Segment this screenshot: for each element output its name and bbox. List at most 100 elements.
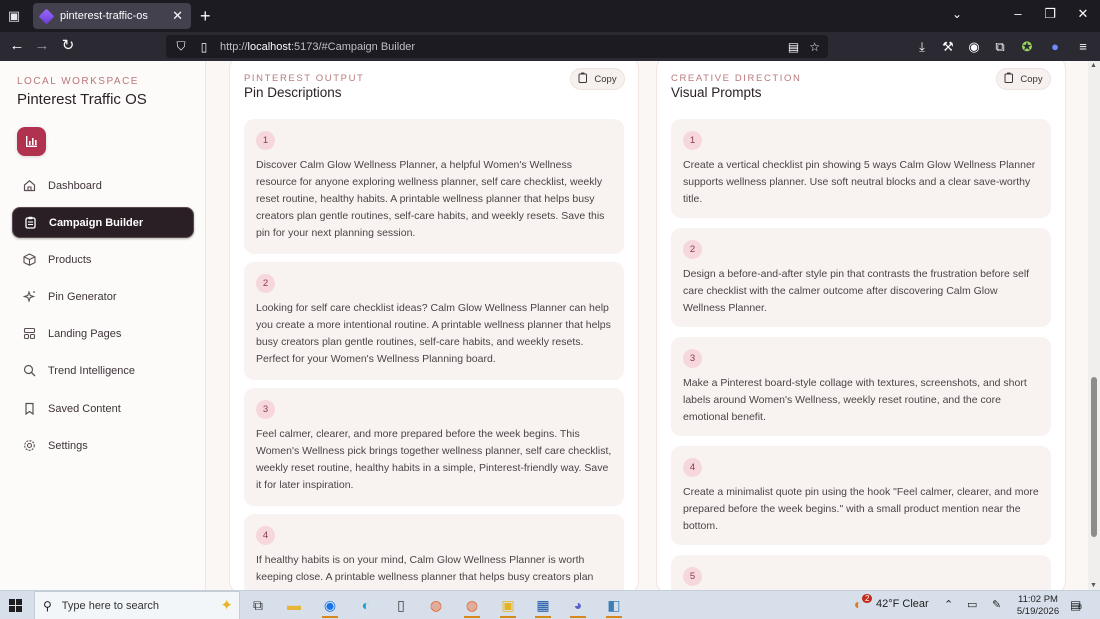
sidebar-item-label: Saved Content [48, 402, 121, 415]
edge-icon[interactable]: ◐ [355, 595, 377, 615]
clock-date: 5/19/2026 [1016, 606, 1060, 617]
url-text[interactable]: http://localhost:5173/#Campaign Builder [220, 41, 778, 53]
main-content: PINTEREST OUTPUT Pin Descriptions Copy 1… [207, 61, 1088, 590]
account-icon[interactable]: ◉ [965, 38, 983, 55]
box-icon [22, 253, 36, 267]
sidebar-item-label: Trend Intelligence [48, 364, 136, 377]
scroll-up-icon[interactable]: ▲ [1090, 62, 1097, 69]
copy-button[interactable]: Copy [996, 68, 1051, 90]
chart-logo-icon[interactable] [17, 127, 46, 156]
chevron-down-icon[interactable]: ⌄ [952, 7, 962, 21]
terminal-icon[interactable]: ◧ [603, 595, 625, 618]
taskbar-search-input[interactable]: ⚲ Type here to search ✦ [34, 591, 240, 619]
forward-icon[interactable]: → [32, 37, 52, 55]
firefox-running-icon[interactable]: ◍ [461, 595, 483, 618]
shield-icon[interactable]: ⛉ [174, 39, 188, 54]
sidebar-item-trend-intelligence[interactable]: Trend Intelligence [12, 355, 194, 386]
clipboard-icon [23, 216, 37, 230]
item-text: Feel calmer, clearer, and more prepared … [256, 428, 612, 491]
layout-icon [22, 327, 36, 341]
sidebar-item-dashboard[interactable]: Dashboard [12, 170, 194, 201]
close-window-icon[interactable]: ✕ [1073, 6, 1093, 22]
extension-icon[interactable]: ✪ [1018, 38, 1036, 55]
list-item[interactable]: 2 Looking for self care checklist ideas?… [244, 262, 624, 380]
workspace-label: LOCAL WORKSPACE [17, 76, 139, 87]
file-explorer-icon[interactable]: ▬ [283, 595, 305, 615]
item-number: 2 [683, 240, 702, 259]
thunderbird-icon[interactable]: ◉ [319, 595, 341, 618]
sidebar-item-landing-pages[interactable]: Landing Pages [12, 318, 194, 349]
document-icon[interactable]: ▯ [390, 595, 412, 615]
minimize-icon[interactable]: – [1008, 6, 1028, 21]
extensions-icon[interactable]: ⧉ [991, 38, 1009, 55]
list-item[interactable]: 1 Create a vertical checklist pin showin… [671, 119, 1051, 218]
item-number: 3 [256, 400, 275, 419]
windows-start-icon[interactable] [9, 599, 22, 612]
sidebar-item-settings[interactable]: Settings [12, 430, 194, 461]
list-item[interactable]: 4 If healthy habits is on your mind, Cal… [244, 514, 624, 590]
list-item[interactable]: 3 Feel calmer, clearer, and more prepare… [244, 388, 624, 506]
sidebar-item-saved-content[interactable]: Saved Content [12, 393, 194, 424]
notification-count: 8 [1078, 604, 1082, 611]
panel-eyebrow: PINTEREST OUTPUT [244, 73, 365, 84]
url-bar[interactable]: ⛉ ▯ http://localhost:5173/#Campaign Buil… [166, 35, 828, 58]
weather-text[interactable]: 42°F Clear [876, 598, 929, 610]
bookmark-star-icon[interactable]: ☆ [809, 40, 820, 54]
chat-app-icon[interactable]: ◕ [567, 595, 589, 618]
url-path: :5173/#Campaign Builder [290, 40, 416, 53]
battery-icon[interactable]: ▭ [967, 598, 977, 611]
page-scrollbar[interactable]: ▲ ▼ [1088, 61, 1100, 590]
item-number: 1 [256, 131, 275, 150]
browser-tab[interactable]: pinterest-traffic-os ✕ [33, 3, 191, 29]
panel-title: Pin Descriptions [244, 85, 342, 100]
app-title: Pinterest Traffic OS [17, 91, 147, 108]
sidebar-item-campaign-builder[interactable]: Campaign Builder [12, 207, 194, 238]
browser-nav-bar: ← → ↻ ⛉ ▯ http://localhost:5173/#Campaig… [0, 32, 1100, 61]
search-icon: ⚲ [43, 598, 52, 613]
store-icon[interactable]: ▦ [532, 595, 554, 618]
list-item[interactable]: 3 Make a Pinterest board-style collage w… [671, 337, 1051, 436]
item-text: Design a before-and-after style pin that… [683, 268, 1030, 314]
list-item[interactable]: 4 Create a minimalist quote pin using th… [671, 446, 1051, 545]
home-icon [22, 179, 36, 193]
list-item[interactable]: 5 [671, 555, 1051, 590]
list-item[interactable]: 1 Discover Calm Glow Wellness Planner, a… [244, 119, 624, 254]
panel-eyebrow: CREATIVE DIRECTION [671, 73, 802, 84]
new-tab-icon[interactable]: + [200, 6, 211, 26]
reader-mode-icon[interactable]: ▤ [788, 40, 799, 54]
copy-button[interactable]: Copy [570, 68, 625, 90]
firefox-icon[interactable]: ◍ [425, 595, 447, 615]
notes-app-icon[interactable]: ▣ [497, 595, 519, 618]
app-root: LOCAL WORKSPACE Pinterest Traffic OS Das… [0, 61, 1100, 590]
sidebar-item-label: Landing Pages [48, 327, 122, 340]
close-tab-icon[interactable]: ✕ [172, 8, 183, 24]
menu-icon[interactable]: ≡ [1074, 38, 1092, 55]
tab-list-icon[interactable]: ▣ [6, 8, 22, 24]
download-icon[interactable]: ⤓ [913, 38, 931, 55]
weather-badge: 2 [862, 594, 873, 603]
restore-icon[interactable]: ❐ [1040, 6, 1060, 22]
sparkle-icon: ✦ [220, 597, 233, 614]
back-icon[interactable]: ← [7, 37, 27, 55]
copy-label: Copy [1020, 73, 1043, 85]
profile-icon[interactable]: ● [1046, 38, 1064, 55]
task-view-icon[interactable]: ⧉ [247, 595, 269, 615]
sidebar-item-products[interactable]: Products [12, 244, 194, 275]
scroll-thumb[interactable] [1091, 377, 1097, 537]
item-text: If healthy habits is on your mind, Calm … [256, 554, 594, 583]
scroll-down-icon[interactable]: ▼ [1090, 582, 1097, 589]
reload-icon[interactable]: ↻ [58, 37, 78, 55]
list-item[interactable]: 2 Design a before-and-after style pin th… [671, 228, 1051, 327]
taskbar-clock[interactable]: 11:02 PM 5/19/2026 [1012, 594, 1064, 618]
panel-title: Visual Prompts [671, 85, 762, 100]
pen-icon[interactable]: ✎ [992, 598, 1001, 611]
sparkles-icon [22, 290, 36, 304]
sidebar-item-pin-generator[interactable]: Pin Generator [12, 281, 194, 312]
item-number: 3 [683, 349, 702, 368]
sidebar-item-label: Settings [48, 439, 88, 452]
pin-descriptions-panel: PINTEREST OUTPUT Pin Descriptions Copy 1… [229, 61, 639, 590]
copy-icon [1004, 72, 1014, 86]
tools-icon[interactable]: ⚒ [939, 38, 957, 55]
chevron-up-icon[interactable]: ⌃ [944, 598, 953, 611]
clock-time: 11:02 PM [1018, 594, 1058, 605]
